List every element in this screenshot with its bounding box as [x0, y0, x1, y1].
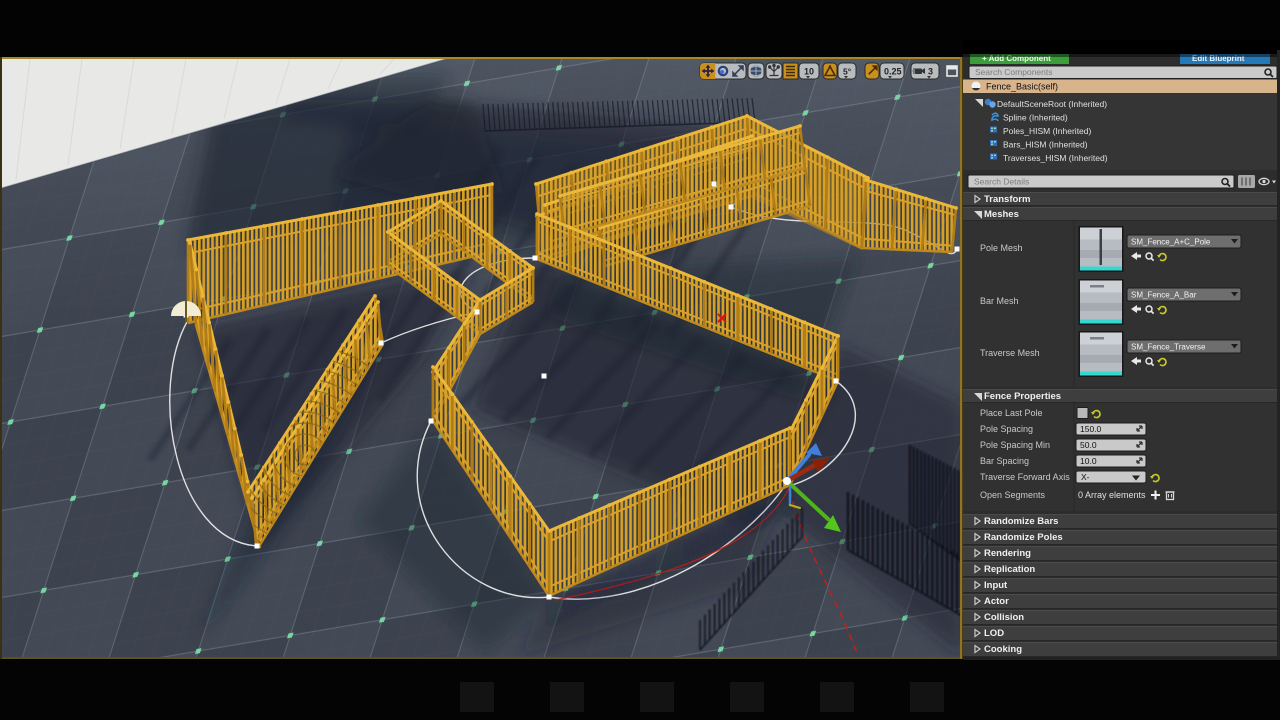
svg-text:Fence_Basic(self): Fence_Basic(self) — [986, 82, 1058, 92]
svg-text:0.25: 0.25 — [884, 67, 902, 77]
svg-text:Spline (Inherited): Spline (Inherited) — [1003, 113, 1068, 123]
svg-text:Poles_HISM (Inherited): Poles_HISM (Inherited) — [1003, 126, 1092, 136]
svg-text:Bar Mesh: Bar Mesh — [980, 296, 1019, 306]
svg-text:Bars_HISM (Inherited): Bars_HISM (Inherited) — [1003, 140, 1088, 150]
svg-text:Open Segments: Open Segments — [980, 490, 1046, 500]
svg-text:Rendering: Rendering — [984, 548, 1031, 559]
svg-text:SM_Fence_Traverse: SM_Fence_Traverse — [1131, 343, 1206, 352]
svg-text:Meshes: Meshes — [984, 209, 1019, 220]
svg-text:Traverse Forward Axis: Traverse Forward Axis — [980, 472, 1070, 482]
svg-text:150.0: 150.0 — [1080, 424, 1102, 434]
svg-text:Randomize Poles: Randomize Poles — [984, 532, 1063, 543]
svg-text:Traverses_HISM (Inherited): Traverses_HISM (Inherited) — [1003, 153, 1108, 163]
svg-text:Bar Spacing: Bar Spacing — [980, 456, 1029, 466]
svg-text:SM_Fence_A_Bar: SM_Fence_A_Bar — [1131, 291, 1197, 300]
svg-text:50.0: 50.0 — [1080, 440, 1097, 450]
svg-text:10.0: 10.0 — [1080, 456, 1097, 466]
svg-text:Pole Mesh: Pole Mesh — [980, 243, 1023, 253]
svg-text:Transform: Transform — [984, 194, 1030, 205]
svg-text:X-: X- — [1081, 472, 1090, 482]
svg-text:0 Array elements: 0 Array elements — [1078, 490, 1146, 500]
svg-text:5°: 5° — [843, 67, 852, 77]
svg-text:LOD: LOD — [984, 628, 1004, 639]
svg-text:Fence Properties: Fence Properties — [984, 391, 1061, 402]
svg-text:Pole Spacing: Pole Spacing — [980, 424, 1033, 434]
svg-text:Traverse Mesh: Traverse Mesh — [980, 348, 1040, 358]
svg-text:Pole Spacing Min: Pole Spacing Min — [980, 440, 1050, 450]
svg-text:Input: Input — [984, 580, 1008, 591]
svg-text:Place Last Pole: Place Last Pole — [980, 408, 1043, 418]
svg-text:Collision: Collision — [984, 612, 1024, 623]
svg-text:Search Components: Search Components — [975, 67, 1053, 77]
svg-text:Randomize Bars: Randomize Bars — [984, 516, 1058, 527]
svg-text:Actor: Actor — [984, 596, 1009, 607]
svg-text:Search Details: Search Details — [974, 177, 1029, 187]
svg-text:3: 3 — [928, 67, 933, 77]
svg-text:DefaultSceneRoot (Inherited): DefaultSceneRoot (Inherited) — [997, 99, 1107, 109]
svg-text:Cooking: Cooking — [984, 644, 1022, 655]
svg-text:Replication: Replication — [984, 564, 1035, 575]
svg-text:10: 10 — [804, 67, 814, 77]
svg-text:SM_Fence_A+C_Pole: SM_Fence_A+C_Pole — [1131, 238, 1211, 247]
